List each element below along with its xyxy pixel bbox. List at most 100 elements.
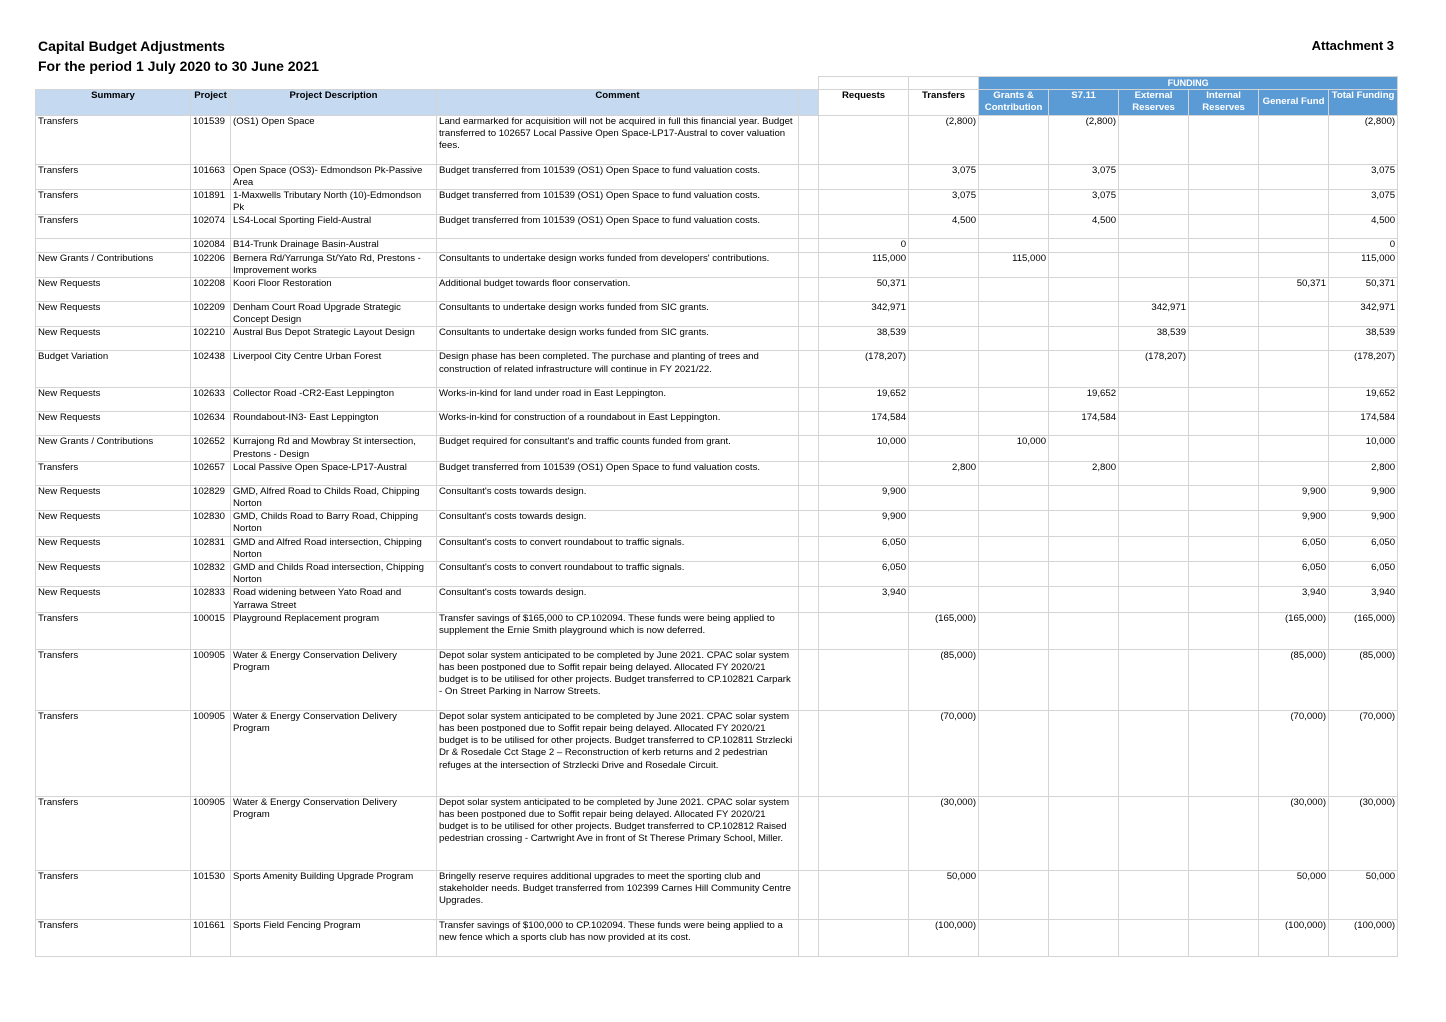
cell-transfers: 3,075 [908, 163, 980, 191]
cell-internal [1188, 795, 1260, 871]
cell-project: 102206 [190, 251, 231, 279]
cell-comment: Transfer savings of $165,000 to CP.10209… [436, 611, 799, 650]
table-row: New Requests 102208 Koori Floor Restoratio… [35, 277, 1399, 303]
cell-general [1258, 326, 1330, 352]
cell-summary: Transfers [35, 163, 191, 191]
cell-s711 [1048, 611, 1120, 650]
cell-summary: Transfers [35, 214, 191, 240]
cell-requests: 174,584 [818, 411, 910, 437]
cell-internal [1188, 350, 1260, 389]
page-title: Capital Budget Adjustments [38, 38, 225, 54]
cell-summary: New Requests [35, 411, 191, 437]
cell-total: (165,000) [1328, 611, 1399, 650]
cell-requests [818, 795, 910, 871]
cell-requests: 115,000 [818, 251, 910, 279]
cell-project: 100905 [190, 795, 231, 871]
cell-general: (165,000) [1258, 611, 1330, 650]
cell-total: (70,000) [1328, 709, 1399, 797]
cell-external [1118, 214, 1190, 240]
cell-transfers [908, 435, 980, 462]
cell-general [1258, 460, 1330, 486]
cell-grants [978, 918, 1050, 957]
cell-spacer [797, 189, 820, 216]
table-row: Transfers 102657 Local Passive Open Space-… [35, 460, 1399, 486]
cell-spacer [797, 214, 820, 240]
cell-comment: Budget transferred from 101539 (OS1) Ope… [436, 189, 799, 216]
cell-comment: Consultant's costs towards design. [436, 586, 799, 613]
cell-project: 102833 [190, 586, 231, 613]
cell-s711 [1048, 435, 1120, 462]
cell-description: (OS1) Open Space [230, 114, 437, 165]
cell-total: (2,800) [1328, 114, 1399, 165]
table-row: New Requests 102833 Road widening between … [35, 586, 1399, 613]
cell-summary: New Requests [35, 301, 191, 328]
cell-spacer [797, 114, 820, 165]
cell-project: 102829 [190, 484, 231, 512]
cell-general: 6,050 [1258, 561, 1330, 588]
col-internal: Internal Reserves [1188, 89, 1260, 116]
cell-spacer [797, 918, 820, 957]
cell-transfers: 2,800 [908, 460, 980, 486]
cell-total: 6,050 [1328, 561, 1399, 588]
table-row: Transfers 101663 Open Space (OS3)- Edmonds… [35, 163, 1399, 191]
cell-general: 6,050 [1258, 535, 1330, 563]
cell-description: Playground Replacement program [230, 611, 437, 650]
cell-transfers [908, 561, 980, 588]
cell-grants [978, 411, 1050, 437]
col-transfers: Transfers [908, 89, 980, 116]
col-comment: Comment [436, 89, 799, 116]
cell-spacer [797, 586, 820, 613]
cell-grants [978, 214, 1050, 240]
cell-description: Sports Field Fencing Program [230, 918, 437, 957]
cell-external [1118, 387, 1190, 413]
cell-general [1258, 411, 1330, 437]
table-row: 102084 B14-Trunk Drainage Basin-Austral 0 0 [35, 238, 1399, 253]
cell-s711 [1048, 918, 1120, 957]
cell-requests: 10,000 [818, 435, 910, 462]
cell-general: (30,000) [1258, 795, 1330, 871]
cell-general: (85,000) [1258, 648, 1330, 711]
cell-transfers [908, 510, 980, 537]
cell-description: B14-Trunk Drainage Basin-Austral [230, 238, 437, 253]
cell-s711 [1048, 301, 1120, 328]
cell-spacer [797, 387, 820, 413]
cell-spacer [797, 326, 820, 352]
cell-spacer [797, 238, 820, 253]
cell-project: 101539 [190, 114, 231, 165]
cell-transfers [908, 238, 980, 253]
cell-transfers [908, 411, 980, 437]
cell-comment: Budget required for consultant's and tra… [436, 435, 799, 462]
cell-spacer [797, 535, 820, 563]
cell-spacer [797, 301, 820, 328]
cell-grants [978, 189, 1050, 216]
cell-summary: New Requests [35, 586, 191, 613]
cell-total: 342,971 [1328, 301, 1399, 328]
cell-grants [978, 561, 1050, 588]
col-total: Total Funding [1328, 89, 1399, 116]
cell-internal [1188, 484, 1260, 512]
cell-general: 50,371 [1258, 277, 1330, 303]
cell-total: 3,075 [1328, 189, 1399, 216]
cell-general [1258, 214, 1330, 240]
cell-general [1258, 350, 1330, 389]
cell-general: (100,000) [1258, 918, 1330, 957]
cell-spacer [797, 648, 820, 711]
cell-general [1258, 189, 1330, 216]
cell-project: 102084 [190, 238, 231, 253]
cell-total: 50,000 [1328, 869, 1399, 920]
cell-general: (70,000) [1258, 709, 1330, 797]
cell-external [1118, 795, 1190, 871]
cell-project: 100905 [190, 648, 231, 711]
cell-comment: Consultant's costs to convert roundabout… [436, 535, 799, 563]
cell-summary: New Requests [35, 484, 191, 512]
cell-internal [1188, 387, 1260, 413]
cell-description: Roundabout-IN3- East Leppington [230, 411, 437, 437]
cell-spacer [797, 251, 820, 279]
cell-total: 38,539 [1328, 326, 1399, 352]
cell-description: GMD, Alfred Road to Childs Road, Chippin… [230, 484, 437, 512]
attachment-label: Attachment 3 [1311, 38, 1394, 53]
cell-summary: New Grants / Contributions [35, 251, 191, 279]
cell-s711 [1048, 484, 1120, 512]
cell-external [1118, 460, 1190, 486]
cell-requests [818, 611, 910, 650]
